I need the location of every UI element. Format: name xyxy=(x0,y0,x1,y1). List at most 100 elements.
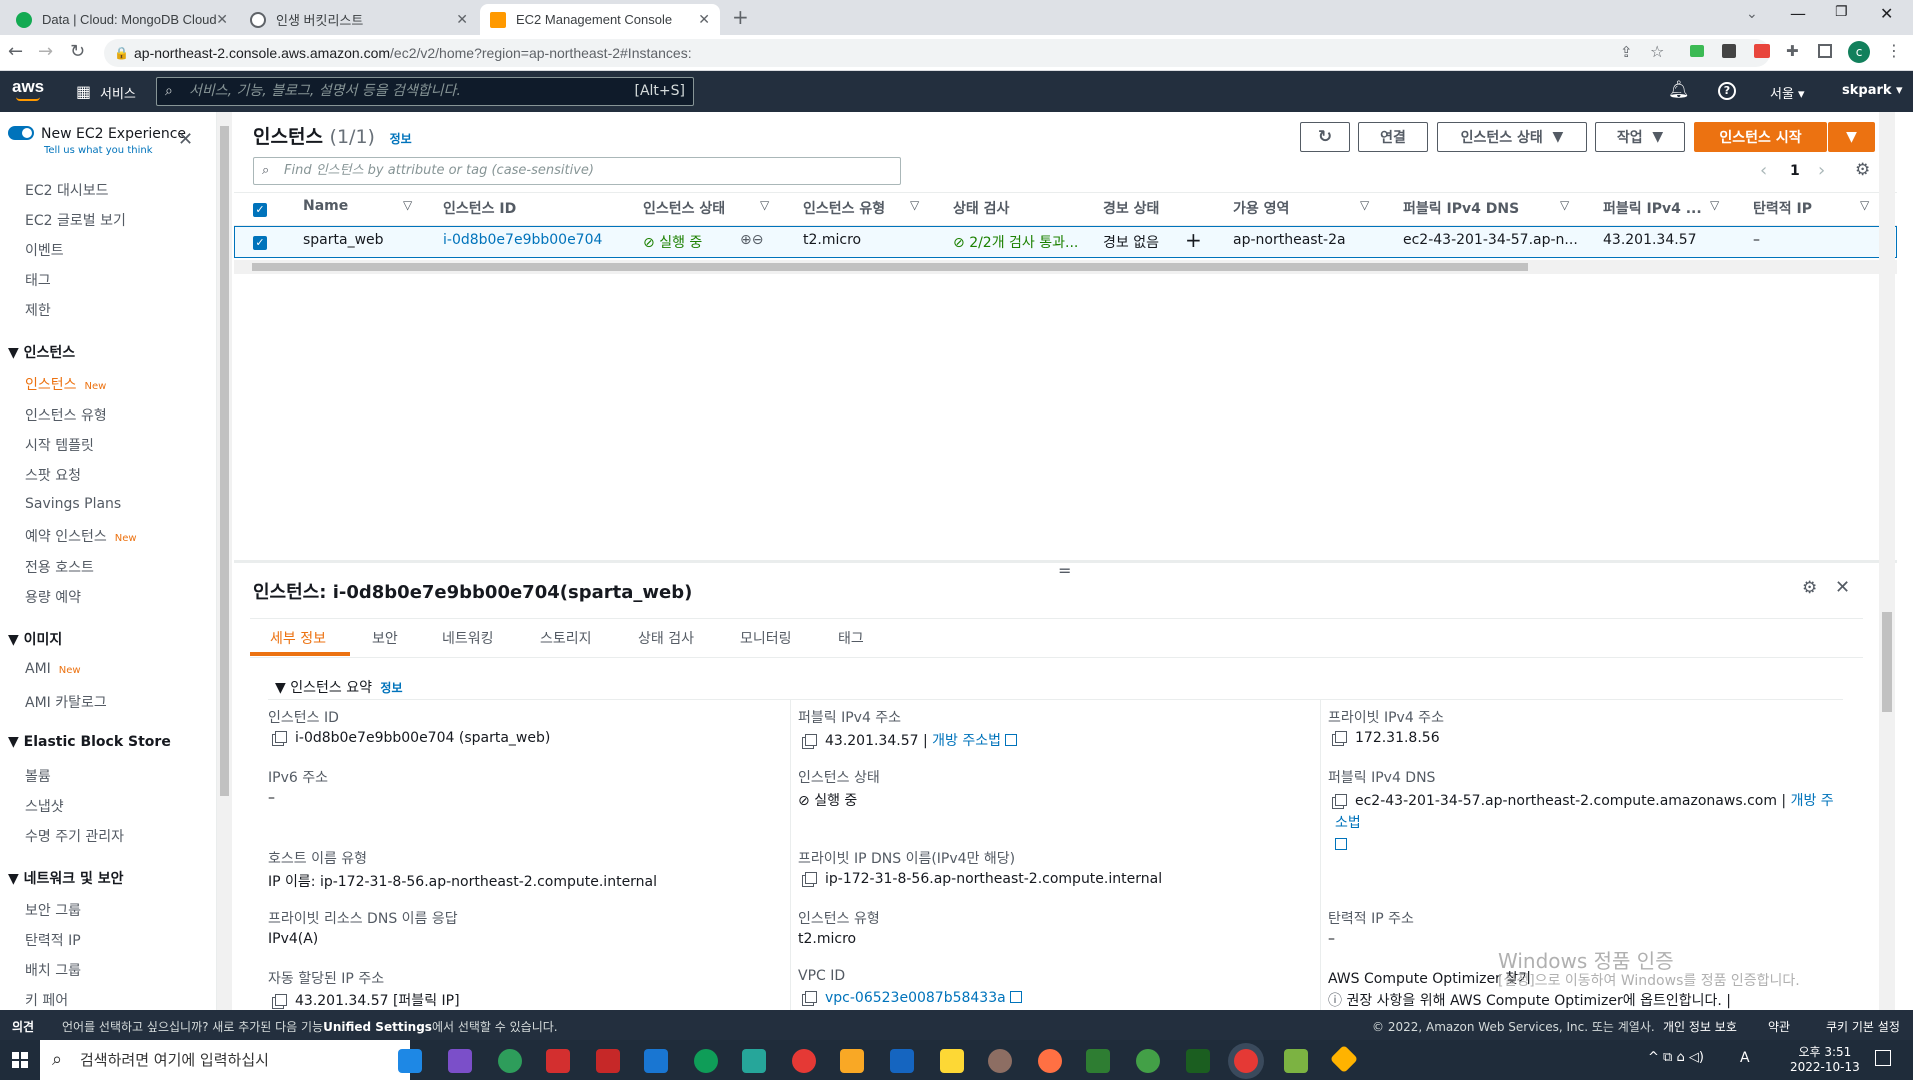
sidebar-item-events[interactable]: 이벤트 xyxy=(25,240,64,260)
new-tab-icon[interactable]: + xyxy=(732,5,749,29)
page-number[interactable]: 1 xyxy=(1790,163,1800,179)
extension-icon[interactable] xyxy=(1690,45,1704,57)
tab-security[interactable]: 보안 xyxy=(372,628,398,648)
help-icon[interactable]: ? xyxy=(1718,82,1736,100)
copy-icon[interactable] xyxy=(275,731,287,743)
row-checkbox[interactable]: ✓ xyxy=(253,236,267,250)
vpc-link[interactable]: vpc-06523e0087b58433a xyxy=(825,990,1006,1006)
terms-link[interactable]: 약관 xyxy=(1768,1018,1790,1035)
extension-icon[interactable] xyxy=(1754,44,1770,58)
grid-icon[interactable]: ▦ xyxy=(76,82,91,101)
excel-icon[interactable] xyxy=(1186,1049,1210,1073)
col-status-check[interactable]: 상태 검사 xyxy=(953,198,1009,218)
launch-instances-button[interactable]: 인스턴스 시작 xyxy=(1694,122,1827,152)
chrome-active-icon[interactable] xyxy=(1234,1049,1258,1073)
browser-tab-bucketlist[interactable]: 인생 버킷리스트 ✕ xyxy=(240,4,478,35)
sidebar-item-dedicated-hosts[interactable]: 전용 호스트 xyxy=(25,557,94,577)
copy-icon[interactable] xyxy=(1335,731,1347,743)
feedback-link[interactable]: Tell us what you think xyxy=(44,145,153,156)
sort-icon[interactable]: ▽ xyxy=(1360,198,1369,212)
windows-start-icon[interactable] xyxy=(12,1052,28,1068)
sort-icon[interactable]: ▽ xyxy=(760,198,769,212)
col-state[interactable]: 인스턴스 상태 xyxy=(643,198,725,218)
taskbar-search[interactable]: ⌕ 검색하려면 여기에 입력하십시 xyxy=(40,1040,410,1080)
unified-settings-link[interactable]: Unified Settings xyxy=(323,1020,432,1034)
firefox-icon[interactable] xyxy=(1038,1049,1062,1073)
filter-input[interactable]: ⌕ Find 인스턴스 by attribute or tag (case-se… xyxy=(253,157,901,185)
prev-page-icon[interactable]: ‹ xyxy=(1760,160,1767,181)
tab-tags[interactable]: 태그 xyxy=(838,628,864,648)
sidebar-item-global-view[interactable]: EC2 글로벌 보기 xyxy=(25,210,126,230)
sidebar-item-placement-groups[interactable]: 배치 그룹 xyxy=(25,960,81,980)
sidebar-item-launch-templates[interactable]: 시작 템플릿 xyxy=(25,435,94,455)
tab-details[interactable]: 세부 정보 xyxy=(270,628,326,648)
app-icon[interactable] xyxy=(742,1049,766,1073)
feedback-link[interactable]: 의견 xyxy=(12,1018,34,1035)
file-explorer-icon[interactable] xyxy=(840,1049,864,1073)
filezilla-icon[interactable] xyxy=(546,1049,570,1073)
url-bar[interactable]: 🔒 ap-northeast-2.console.aws.amazon.com/… xyxy=(104,39,1770,67)
sort-icon[interactable]: ▽ xyxy=(1860,198,1869,212)
sidebar-item-dashboard[interactable]: EC2 대시보드 xyxy=(25,180,109,200)
services-menu[interactable]: 서비스 xyxy=(100,83,136,102)
sidebar-item-spot-requests[interactable]: 스팟 요청 xyxy=(25,465,81,485)
copy-icon[interactable] xyxy=(805,734,817,746)
new-experience-toggle[interactable] xyxy=(8,126,34,140)
copy-icon[interactable] xyxy=(275,994,287,1006)
sidebar-item-snapshots[interactable]: 스냅샷 xyxy=(25,796,64,816)
settings-gear-icon[interactable]: ⚙ xyxy=(1855,160,1870,180)
sidebar-section-ebs[interactable]: ▼ Elastic Block Store xyxy=(8,734,171,750)
close-tab-icon[interactable]: ✕ xyxy=(456,11,468,28)
cookie-link[interactable]: 쿠키 기본 설정 xyxy=(1826,1018,1900,1035)
sidebar-item-security-groups[interactable]: 보안 그룹 xyxy=(25,900,81,920)
sidebar-item-savings-plans[interactable]: Savings Plans xyxy=(25,496,121,512)
app-icon[interactable] xyxy=(596,1049,620,1073)
info-link[interactable]: 정보 xyxy=(390,132,412,146)
copy-icon[interactable] xyxy=(805,991,817,1003)
sidebar-item-ami[interactable]: AMI New xyxy=(25,661,81,677)
restore-icon[interactable]: ❐ xyxy=(1835,4,1848,20)
ime-indicator[interactable]: A xyxy=(1740,1050,1750,1066)
zoom-icons[interactable]: ⊕⊖ xyxy=(740,232,763,248)
tab-monitoring[interactable]: 모니터링 xyxy=(740,628,792,648)
forward-icon[interactable]: → xyxy=(38,41,53,62)
sidebar-item-ami-catalog[interactable]: AMI 카탈로그 xyxy=(25,692,107,712)
sidebar-item-elastic-ip[interactable]: 탄력적 IP xyxy=(25,930,81,950)
minimize-icon[interactable]: — xyxy=(1790,4,1806,23)
copy-icon[interactable] xyxy=(1335,794,1347,806)
aws-search-input[interactable]: ⌕ 서비스, 기능, 블로그, 설명서 등을 검색합니다. [Alt+S] xyxy=(156,77,694,106)
sidebar-section-images[interactable]: ▼ 이미지 xyxy=(8,629,62,649)
add-alarm-icon[interactable]: + xyxy=(1185,228,1202,252)
next-page-icon[interactable]: › xyxy=(1818,160,1825,181)
col-name[interactable]: Name xyxy=(303,198,348,214)
actions-button[interactable]: 작업 ▼ xyxy=(1595,122,1685,152)
page-scrollbar[interactable] xyxy=(1879,112,1895,1010)
copy-icon[interactable] xyxy=(805,872,817,884)
profile-avatar[interactable]: c xyxy=(1848,41,1870,63)
bookmark-star-icon[interactable]: ☆ xyxy=(1650,42,1664,61)
extension-icon[interactable] xyxy=(1722,44,1736,58)
open-address-link[interactable]: 개방 주소법 xyxy=(932,733,1001,749)
sidebar-item-volumes[interactable]: 볼륨 xyxy=(25,766,51,786)
sort-icon[interactable]: ▽ xyxy=(403,198,412,212)
cell-instance-id-link[interactable]: i-0d8b0e7e9bb00e704 xyxy=(443,232,602,248)
close-sidebar-icon[interactable]: ✕ xyxy=(178,129,193,150)
chrome-icon[interactable] xyxy=(1136,1049,1160,1073)
store-icon[interactable] xyxy=(890,1049,914,1073)
col-az[interactable]: 가용 영역 xyxy=(1233,198,1289,218)
sidebar-item-limits[interactable]: 제한 xyxy=(25,300,51,320)
col-alarm[interactable]: 경보 상태 xyxy=(1103,198,1159,218)
aws-logo[interactable]: aws xyxy=(12,77,44,97)
tab-storage[interactable]: 스토리지 xyxy=(540,628,592,648)
close-detail-icon[interactable]: ✕ xyxy=(1835,577,1850,598)
external-link-icon[interactable] xyxy=(1335,838,1347,850)
edge-icon[interactable] xyxy=(694,1049,718,1073)
kebab-menu-icon[interactable]: ⋮ xyxy=(1886,41,1902,60)
sidebar-section-network[interactable]: ▼ 네트워크 및 보안 xyxy=(8,868,124,888)
sidebar-item-lifecycle[interactable]: 수명 주기 관리자 xyxy=(25,826,124,846)
sort-icon[interactable]: ▽ xyxy=(910,198,919,212)
back-icon[interactable]: ← xyxy=(8,41,23,62)
browser-tab-ec2[interactable]: EC2 Management Console ✕ xyxy=(480,4,720,35)
col-instance-id[interactable]: 인스턴스 ID xyxy=(443,198,516,218)
tab-status-checks[interactable]: 상태 검사 xyxy=(638,628,694,648)
